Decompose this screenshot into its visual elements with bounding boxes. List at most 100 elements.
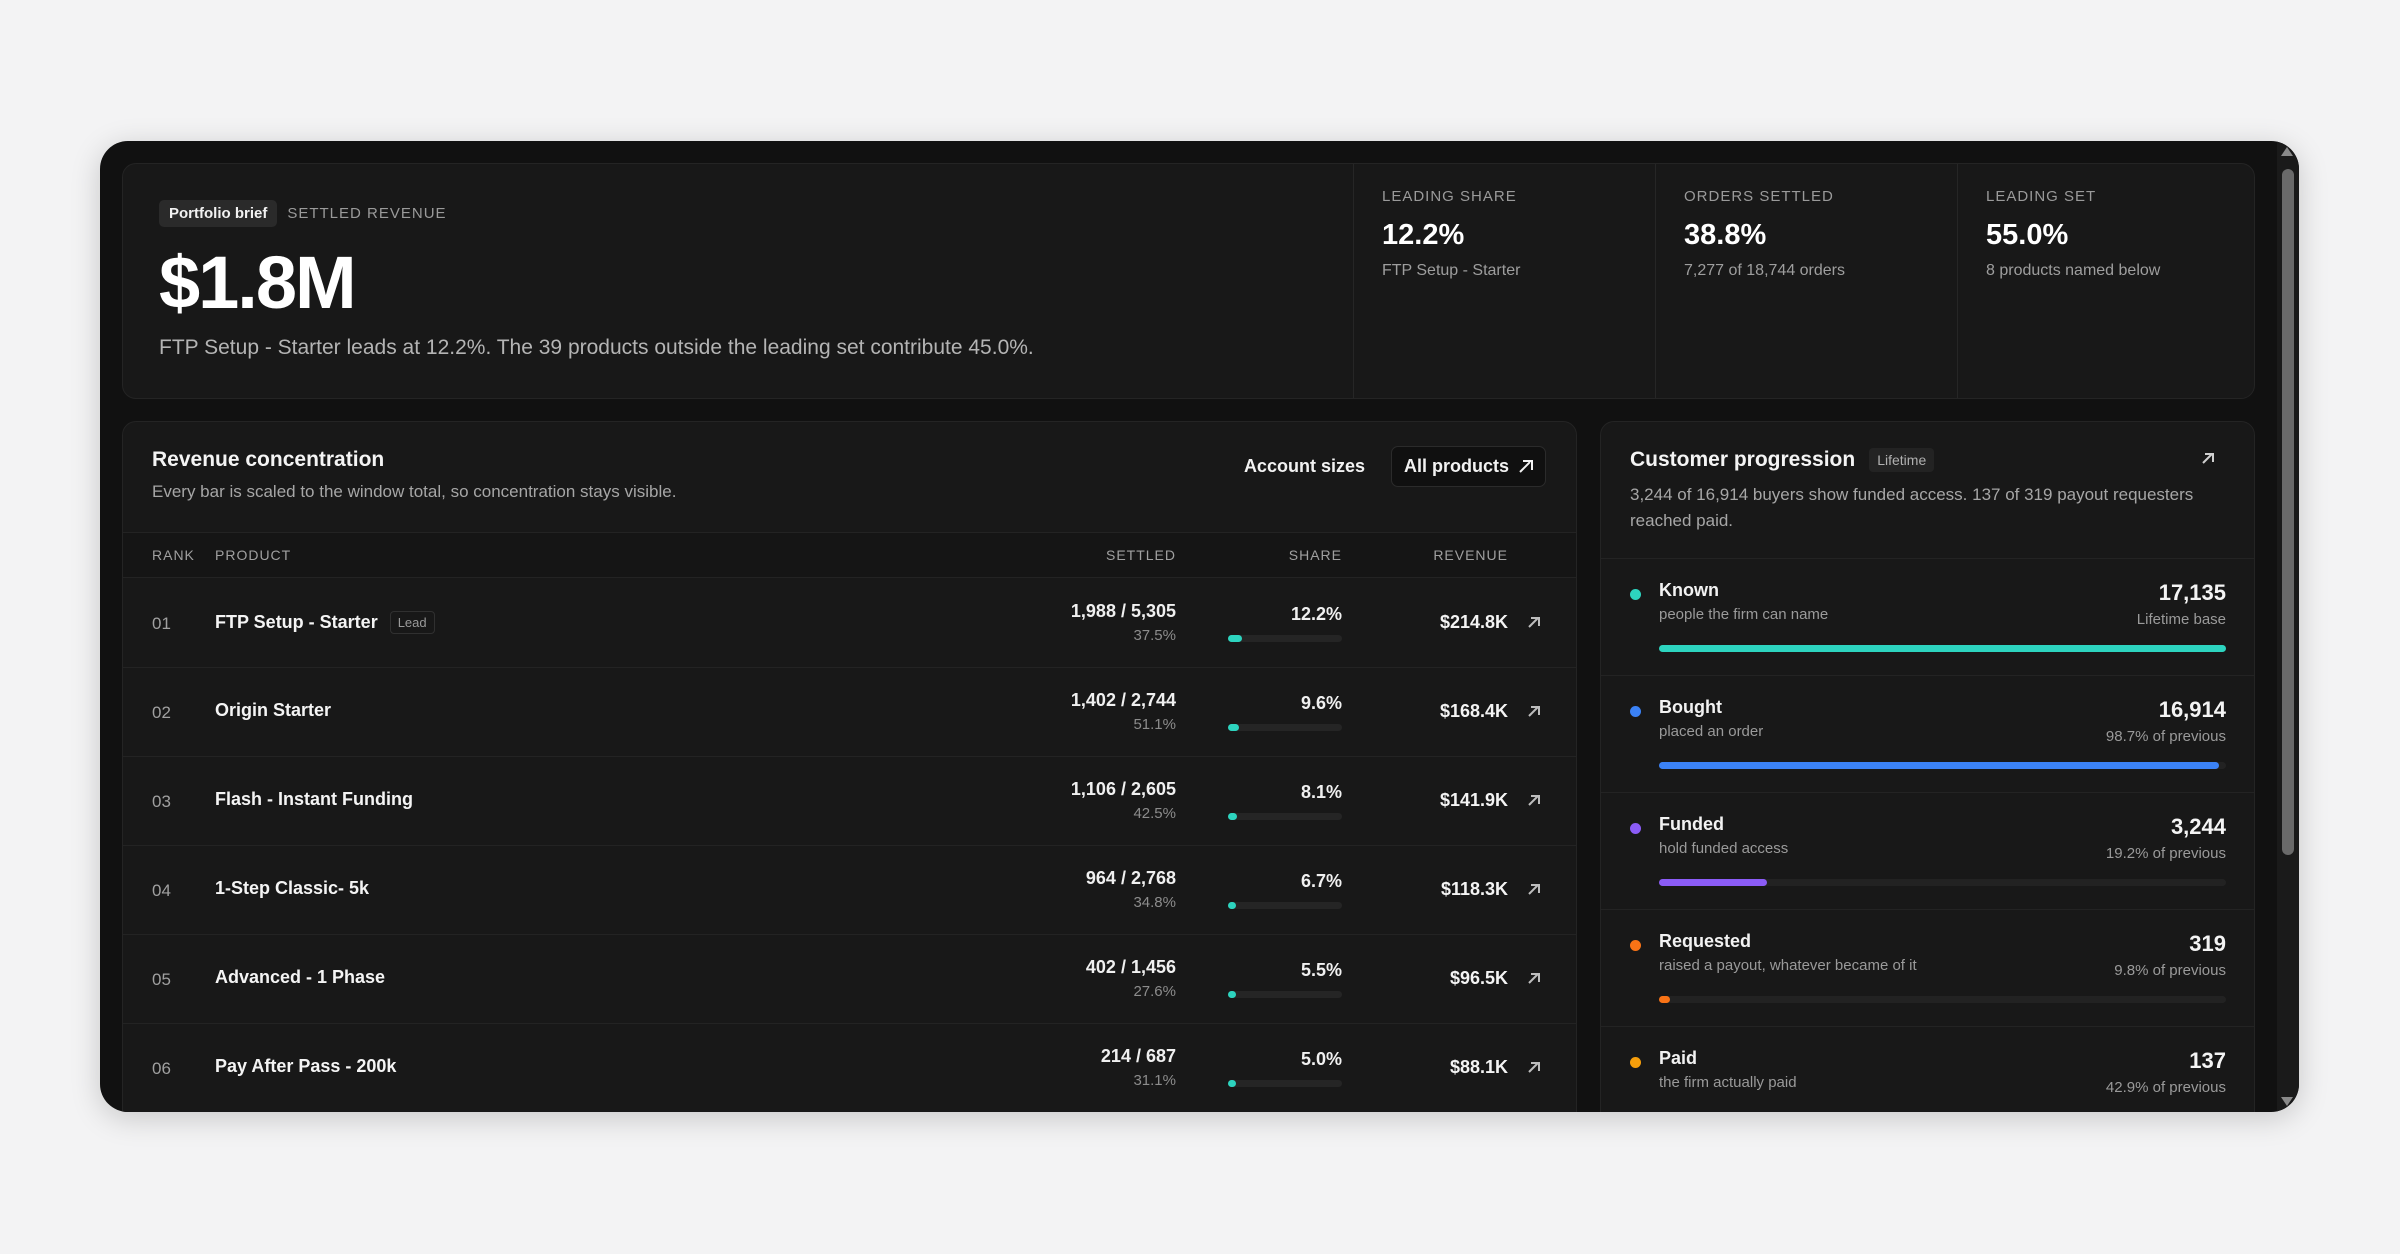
customer-card-description: 3,244 of 16,914 buyers show funded acces… <box>1630 485 2194 530</box>
hero-tags: Portfolio brief SETTLED REVENUE <box>159 200 447 227</box>
open-row-button[interactable] <box>1528 705 1540 723</box>
stage-note: 19.2% of previous <box>2105 845 2226 862</box>
stage-value: 17,135 <box>2158 580 2226 605</box>
row-settled: 214 / 687 31.1% <box>1101 1046 1176 1089</box>
stage-bar-fill <box>1659 996 1670 1003</box>
kpi-sub: 7,277 of 18,744 orders <box>1684 262 1846 279</box>
stage-bar <box>1659 645 2226 652</box>
scroll-up-icon[interactable] <box>2281 147 2293 156</box>
stage-description: raised a payout, whatever became of it <box>1659 957 1917 974</box>
open-row-button[interactable] <box>1528 616 1540 634</box>
share-percent: 6.7% <box>1300 871 1342 891</box>
hero-main: Portfolio brief SETTLED REVENUE $1.8M FT… <box>159 164 1359 398</box>
settled-count: 402 / 1,456 <box>1085 957 1176 977</box>
all-products-button[interactable]: All products <box>1390 446 1546 487</box>
table-row[interactable]: 02 Origin Starter 1,402 / 2,744 51.1% 9.… <box>123 668 1576 757</box>
stage-funded: Funded hold funded access 3,244 19.2% of… <box>1601 792 2254 909</box>
table-row[interactable]: 05 Advanced - 1 Phase 402 / 1,456 27.6% … <box>123 935 1576 1024</box>
row-product: Origin Starter <box>215 700 331 721</box>
open-row-button[interactable] <box>1528 883 1540 901</box>
stage-bar <box>1659 996 2226 1003</box>
scrollbar-thumb[interactable] <box>2282 169 2294 855</box>
revenue-card-subtitle: Every bar is scaled to the window total,… <box>152 482 677 501</box>
customer-card-header: Customer progression Lifetime <box>1630 448 1935 472</box>
row-revenue: $214.8K <box>1439 612 1508 632</box>
stage-dot <box>1630 706 1641 717</box>
settled-count: 1,988 / 5,305 <box>1070 601 1176 621</box>
scrollbar[interactable] <box>2277 141 2299 1112</box>
share-percent: 5.0% <box>1300 1049 1342 1069</box>
revenue-concentration-card: Revenue concentration Every bar is scale… <box>122 421 1577 1112</box>
share-bar <box>1228 1080 1342 1087</box>
kpi-label: ORDERS SETTLED <box>1684 188 1834 205</box>
table-row[interactable]: 01 FTP Setup - Starter Lead 1,988 / 5,305… <box>123 579 1576 668</box>
settled-revenue-amount: $1.8M <box>159 241 357 324</box>
all-products-label: All products <box>1403 456 1509 476</box>
open-row-button[interactable] <box>1528 1061 1540 1079</box>
settled-count: 1,402 / 2,744 <box>1070 690 1176 710</box>
scroll-down-icon[interactable] <box>2281 1097 2293 1106</box>
table-row[interactable]: 06 Pay After Pass - 200k 214 / 687 31.1%… <box>123 1024 1576 1112</box>
expand-customer-button[interactable] <box>2202 452 2214 470</box>
row-settled: 1,106 / 2,605 42.5% <box>1071 779 1176 822</box>
stage-bar-fill <box>1659 879 1767 886</box>
row-settled: 964 / 2,768 34.8% <box>1086 868 1176 911</box>
row-share: 12.2% <box>1228 604 1342 642</box>
row-revenue: $141.9K <box>1439 790 1508 810</box>
stage-value: 3,244 <box>2170 814 2226 839</box>
settled-percent: 27.6% <box>1133 983 1176 1000</box>
stage-paid: Paid the firm actually paid 137 42.9% of… <box>1601 1026 2254 1112</box>
stage-dot <box>1630 823 1641 834</box>
stage-note: 98.7% of previous <box>2105 728 2226 745</box>
kpi-value: 55.0% <box>1986 219 2069 251</box>
product-name: Advanced - 1 Phase <box>215 967 386 987</box>
lifetime-badge: Lifetime <box>1869 448 1935 472</box>
kpi-label: LEADING SET <box>1986 188 2097 205</box>
settled-count: 214 / 687 <box>1100 1046 1176 1066</box>
row-product: Flash - Instant Funding <box>215 789 413 810</box>
app-window: Portfolio brief SETTLED REVENUE $1.8M FT… <box>100 141 2299 1112</box>
stage-name: Bought <box>1659 697 1722 717</box>
row-rank: 01 <box>152 614 171 633</box>
customer-progression-card: Customer progression Lifetime 3,244 of 1… <box>1600 421 2255 1112</box>
row-revenue: $96.5K <box>1449 968 1508 988</box>
column-rank: RANK <box>152 547 195 563</box>
stage-value: 319 <box>2189 931 2226 956</box>
row-share: 5.5% <box>1228 960 1342 998</box>
portfolio-brief-badge: Portfolio brief <box>159 200 278 227</box>
stage-note: 9.8% of previous <box>2114 962 2226 979</box>
hero-description: FTP Setup - Starter leads at 12.2%. The … <box>159 336 1034 359</box>
settled-percent: 34.8% <box>1133 894 1176 911</box>
share-bar-fill <box>1228 902 1236 909</box>
table-header: RANK PRODUCT SETTLED SHARE REVENUE <box>123 532 1576 578</box>
kpi-leading-set: LEADING SET 55.0% 8 products named below <box>1957 164 2259 398</box>
row-rank: 02 <box>152 703 171 722</box>
kpi-sub: 8 products named below <box>1986 262 2161 279</box>
stage-bar-fill <box>1659 645 2226 652</box>
kpi-leading-share: LEADING SHARE 12.2% FTP Setup - Starter <box>1353 164 1655 398</box>
stage-value: 16,914 <box>2158 697 2226 722</box>
arrow-up-right-icon <box>1528 617 1540 629</box>
settled-count: 1,106 / 2,605 <box>1070 779 1176 799</box>
stage-description: the firm actually paid <box>1659 1074 1797 1091</box>
product-name: FTP Setup - Starter <box>215 612 378 632</box>
portfolio-summary-card: Portfolio brief SETTLED REVENUE $1.8M FT… <box>122 163 2255 399</box>
product-name: 1-Step Classic- 5k <box>215 878 370 898</box>
row-revenue: $118.3K <box>1440 879 1508 899</box>
table-row[interactable]: 04 1-Step Classic- 5k 964 / 2,768 34.8% … <box>123 846 1576 935</box>
column-share: SHARE <box>1288 547 1342 563</box>
stage-description: placed an order <box>1659 723 1764 740</box>
arrow-up-right-icon <box>1528 706 1540 718</box>
stage-name: Known <box>1659 580 1719 600</box>
stage-description: people the firm can name <box>1659 606 1829 623</box>
account-sizes-button[interactable]: Account sizes <box>1244 456 1365 477</box>
row-rank: 05 <box>152 970 171 989</box>
open-row-button[interactable] <box>1528 972 1540 990</box>
table-row[interactable]: 03 Flash - Instant Funding 1,106 / 2,605… <box>123 757 1576 846</box>
stage-value: 137 <box>2189 1048 2226 1073</box>
stage-known: Known people the firm can name 17,135 Li… <box>1601 558 2254 675</box>
settled-percent: 51.1% <box>1133 716 1176 733</box>
product-name: Origin Starter <box>215 700 332 720</box>
open-row-button[interactable] <box>1528 794 1540 812</box>
share-bar <box>1228 813 1342 820</box>
